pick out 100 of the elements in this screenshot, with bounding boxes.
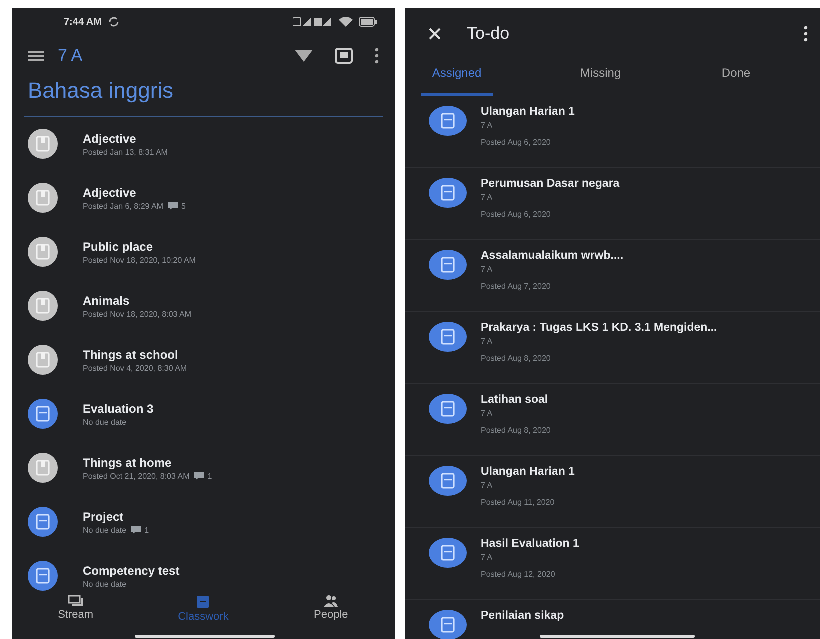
folder-icon[interactable]: [335, 48, 353, 64]
nav-tab[interactable]: People: [286, 595, 376, 631]
item-date: Posted Aug 12, 2020: [481, 570, 556, 579]
class-name: 7 A: [481, 193, 494, 202]
item-title: Project: [83, 510, 125, 524]
item-date: Posted Aug 8, 2020: [481, 426, 551, 435]
item-title: Prakarya : Tugas LKS 1 KD. 3.1 Mengiden...: [481, 322, 718, 334]
classwork-item[interactable]: Competency test No due date: [12, 549, 395, 595]
comment-icon: [130, 526, 141, 534]
assignment-icon: [429, 106, 467, 136]
assignment-icon: [28, 561, 58, 591]
people-icon: [323, 595, 340, 607]
classwork-item[interactable]: Public place Posted Nov 18, 2020, 10:20 AM: [12, 225, 395, 279]
class-name: 7 A: [481, 337, 494, 346]
filter-icon[interactable]: [295, 50, 313, 62]
classwork-item[interactable]: Evaluation 3 No due date: [12, 387, 395, 441]
todo-item[interactable]: Ulangan Harian 1 7 A Posted Aug 6, 2020: [405, 96, 820, 168]
classwork-item[interactable]: Adjective Posted Jan 6, 8:29 AM 5: [12, 171, 395, 225]
item-title: Public place: [83, 240, 154, 254]
assignment-icon: [429, 610, 467, 639]
item-title: Hasil Evaluation 1: [481, 538, 580, 550]
item-date: No due date: [83, 526, 127, 534]
assignment-icon: [28, 507, 58, 537]
assignment-icon: [429, 394, 467, 424]
class-name: 7 A: [481, 409, 494, 418]
material-icon: [28, 183, 58, 213]
assignment-icon: [429, 322, 467, 352]
battery-icon: [359, 17, 377, 27]
material-icon: [28, 129, 58, 159]
item-title: Animals: [83, 294, 131, 308]
assignment-icon: [429, 466, 467, 496]
tab[interactable]: Done: [668, 60, 804, 96]
todo-item[interactable]: Hasil Evaluation 1 7 A Posted Aug 12, 2020: [405, 528, 820, 600]
todo-item[interactable]: Ulangan Harian 1 7 A Posted Aug 11, 2020: [405, 456, 820, 528]
signal-icon: [293, 17, 333, 27]
item-title: Perumusan Dasar negara: [481, 178, 620, 190]
item-date: Posted Nov 18, 2020, 8:03 AM: [83, 310, 192, 318]
item-date: Posted Jan 13, 8:31 AM: [83, 148, 168, 156]
material-icon: [28, 291, 58, 321]
close-icon[interactable]: [429, 28, 441, 40]
item-title: Ulangan Harian 1: [481, 106, 575, 118]
assignment-icon: [429, 178, 467, 208]
todo-item[interactable]: Prakarya : Tugas LKS 1 KD. 3.1 Mengiden... 7 A Posted Aug 8, 2020: [405, 312, 820, 384]
material-icon: [28, 453, 58, 483]
class-name: 7 A: [481, 553, 494, 562]
comment-icon: [168, 202, 178, 210]
todo-item[interactable]: Latihan soal 7 A Posted Aug 8, 2020: [405, 384, 820, 456]
item-title: Adjective: [83, 186, 138, 200]
comment-count: 1: [208, 472, 212, 480]
wifi-icon: [339, 17, 353, 27]
nav-tab[interactable]: Stream: [30, 595, 121, 631]
topic-title: Bahasa inggris: [27, 77, 175, 104]
item-date: Posted Aug 11, 2020: [481, 498, 556, 507]
tab[interactable]: Missing: [533, 60, 668, 96]
item-date: Posted Aug 8, 2020: [481, 354, 552, 363]
item-title: Things at school: [83, 348, 180, 362]
comment-count: 5: [182, 202, 186, 210]
item-title: Ulangan Harian 1: [481, 466, 575, 478]
classwork-item[interactable]: Adjective Posted Jan 13, 8:31 AM: [12, 117, 395, 171]
stream-icon: [68, 595, 84, 607]
item-title: Penilaian sikap: [481, 610, 564, 622]
assignment-icon: [429, 538, 467, 568]
comment-count: 1: [144, 526, 150, 534]
more-icon[interactable]: [375, 48, 379, 64]
item-date: Posted Aug 6, 2020: [481, 210, 552, 219]
item-date: Posted Nov 18, 2020, 10:20 AM: [83, 256, 196, 264]
item-date: Posted Jan 6, 8:29 AM: [83, 202, 164, 210]
item-date: Posted Oct 21, 2020, 8:03 AM: [83, 472, 190, 480]
comment-icon: [194, 472, 204, 480]
item-date: Posted Aug 6, 2020: [481, 138, 552, 147]
menu-icon[interactable]: [28, 50, 44, 62]
class-name: 7 A: [481, 481, 494, 490]
item-title: Evaluation 3: [83, 402, 154, 416]
material-icon: [28, 345, 58, 375]
item-date: Posted Aug 7, 2020: [481, 282, 552, 291]
item-date: Posted Nov 4, 2020, 8:30 AM: [83, 364, 188, 372]
classwork-item[interactable]: Things at school Posted Nov 4, 2020, 8:30 AM: [12, 333, 395, 387]
screen-title: To-do: [467, 24, 510, 44]
tab[interactable]: Assigned: [421, 60, 493, 96]
classwork-item[interactable]: Things at home Posted Oct 21, 2020, 8:03 AM 1: [12, 441, 395, 495]
classwork-item[interactable]: Project No due date 1: [12, 495, 395, 549]
assignment-icon: [28, 399, 58, 429]
class-name: 7 A: [481, 265, 494, 274]
item-title: Things at home: [83, 456, 173, 470]
item-date: No due date: [83, 418, 127, 426]
classwork-item[interactable]: Animals Posted Nov 18, 2020, 8:03 AM: [12, 279, 395, 333]
item-title: Adjective: [83, 132, 138, 146]
sync-icon: [108, 16, 120, 28]
material-icon: [28, 237, 58, 267]
todo-item[interactable]: Perumusan Dasar negara 7 A Posted Aug 6, 2020: [405, 168, 820, 240]
class-name: 7 A: [481, 121, 494, 130]
todo-item[interactable]: Assalamualaikum wrwb.... 7 A Posted Aug 7, 2020: [405, 240, 820, 312]
more-icon[interactable]: [804, 26, 808, 42]
status-time: 7:44 AM: [64, 16, 102, 28]
assignment-icon: [429, 250, 467, 280]
item-date: No due date: [83, 580, 127, 588]
item-title: Competency test: [83, 564, 180, 578]
item-title: Latihan soal: [481, 394, 550, 406]
item-title: Assalamualaikum wrwb....: [481, 250, 624, 262]
class-name: 7 A: [58, 46, 83, 66]
